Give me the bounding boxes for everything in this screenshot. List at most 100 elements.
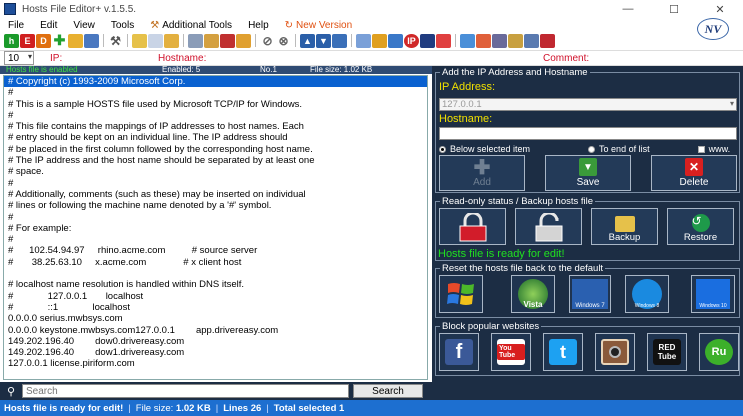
paste-icon[interactable] [164,33,179,48]
editor-line[interactable]: # For example: [8,223,423,234]
network-icon[interactable] [332,33,347,48]
editor-line[interactable]: # [8,110,423,121]
editor-line[interactable]: # entry should be kept on an individual … [8,132,423,143]
editor-line[interactable]: # localhost name resolution is handled w… [8,279,423,290]
block-twitter-button[interactable]: t [543,333,583,371]
backup-icon[interactable] [476,33,491,48]
unlock-button[interactable] [515,208,582,245]
count-select[interactable]: 10 ▾ [4,51,34,65]
add-icon[interactable]: ✚ [52,32,67,48]
editor-line[interactable]: # 127.0.0.1 localhost [8,291,423,302]
editor-line[interactable]: # 38.25.63.10 x.acme.com # x client host [8,257,423,268]
menu-view[interactable]: View [65,20,103,31]
reset-windows-vista-button[interactable]: Vista [511,275,555,313]
block-facebook-button[interactable]: f [439,333,479,371]
menu-edit[interactable]: Edit [32,20,65,31]
editor-line[interactable]: # space. [8,166,423,177]
search-button[interactable]: Search [353,384,423,398]
editor-line[interactable]: # Additionally, comments (such as these)… [8,189,423,200]
reset-windows-7-button[interactable]: Windows 7 [569,275,611,313]
language-icon[interactable] [540,33,555,48]
add-button[interactable]: ✚ Add [439,155,525,191]
radio-below-selected[interactable] [439,145,446,153]
open-folder-icon[interactable] [68,33,83,48]
editor-line[interactable]: # This is a sample HOSTS file used by Mi… [8,99,423,110]
menu-help[interactable]: Help [240,20,277,31]
chart-icon[interactable] [420,33,435,48]
filter-hostname-label[interactable]: Hostname: [158,53,206,64]
hosts-editor[interactable]: # Copyright (c) 1993-2009 Microsoft Corp… [3,75,428,380]
enable-icon[interactable]: ⊗ [276,34,291,48]
ip-address-input[interactable]: 127.0.0.1 ▾ [439,98,737,111]
editor-line[interactable]: 149.202.196.40 dow0.drivereasy.com [8,336,423,347]
minimize-button[interactable]: — [605,0,651,18]
lock-button[interactable] [439,208,506,245]
radio-end-of-list[interactable] [588,145,596,153]
backup-button[interactable]: Backup [591,208,658,245]
www-checkbox[interactable] [697,145,705,153]
maximize-button[interactable]: ☐ [651,0,697,18]
restore-button[interactable]: ↺ Restore [667,208,734,245]
filter-ip-label[interactable]: IP: [50,53,62,64]
save-icon[interactable] [84,33,99,48]
editor-line[interactable]: # [8,234,423,245]
block-rutube-button[interactable]: Ru [699,333,739,371]
editor-line[interactable]: # [8,87,423,98]
editor-line[interactable]: # ::1 localhost [8,302,423,313]
hosts-mode-button[interactable]: h [4,33,19,48]
options-icon[interactable] [524,33,539,48]
move-down-icon[interactable]: ▼ [316,33,331,48]
editor-line[interactable]: 127.0.0.1 license.piriform.com [8,358,423,369]
copy-icon[interactable] [148,33,163,48]
cut-icon[interactable] [204,33,219,48]
save-button[interactable]: ▼ Save [545,155,631,191]
block-youtube-button[interactable]: You Tube [491,333,531,371]
editor-line[interactable]: # be placed in the first column followed… [8,144,423,155]
editor-line[interactable]: # lines or following the machine name de… [8,200,423,211]
delete-button[interactable]: ✕ Delete [651,155,737,191]
editor-line[interactable]: # This file contains the mappings of IP … [8,121,423,132]
editor-line[interactable]: # [8,212,423,223]
block-instagram-button[interactable] [595,333,635,371]
hostname-input[interactable] [439,127,737,140]
editor-line[interactable]: # 102.54.94.97 rhino.acme.com # source s… [8,245,423,256]
tools-icon[interactable]: ⚒ [108,34,123,48]
ip-icon[interactable]: IP [404,33,419,48]
settings-icon[interactable] [356,33,371,48]
select-icon[interactable] [188,33,203,48]
edit-icon[interactable] [132,33,147,48]
edit-mode-button[interactable]: E [20,33,35,48]
lock-icon[interactable] [508,33,523,48]
dns-icon[interactable] [388,33,403,48]
menu-additional-tools[interactable]: ⚒ Additional Tools [142,20,240,31]
restore-icon[interactable] [492,33,507,48]
block-icon[interactable] [436,33,451,48]
status-file-size-label: File size: [135,402,174,414]
search-input[interactable] [22,384,349,398]
editor-line[interactable]: 0.0.0.0 keystone.mwbsys.com127.0.0.1 app… [8,325,423,336]
editor-line[interactable]: # Copyright (c) 1993-2009 Microsoft Corp… [4,76,427,88]
editor-line[interactable]: # [8,178,423,189]
status-total: 1 [339,402,345,414]
reset-windows-xp-button[interactable] [439,275,483,313]
editor-line[interactable]: 0.0.0.0 serius.mwbsys.com [8,313,423,324]
menu-new-version[interactable]: ↻ New Version [277,20,361,31]
editor-line[interactable]: # The IP address and the host name shoul… [8,155,423,166]
move-up-icon[interactable]: ▲ [300,33,315,48]
menu-tools[interactable]: Tools [103,20,142,31]
reset-windows-10-button[interactable]: Windows 10 [691,275,735,313]
move-icon[interactable] [236,33,251,48]
reset-windows-8-button[interactable]: Windows 8 [625,275,669,313]
hosts-state: Hosts file is enabled [6,65,78,74]
menu-file[interactable]: File [0,20,32,31]
find-icon[interactable] [372,33,387,48]
close-button[interactable]: ✕ [697,0,743,18]
block-redtube-button[interactable]: RED Tube [647,333,687,371]
editor-line[interactable] [8,268,423,279]
disable-icon[interactable]: ⊘ [260,34,275,48]
browser-icon[interactable] [460,33,475,48]
filter-comment-label[interactable]: Comment: [543,53,589,64]
delete-mode-button[interactable]: D [36,33,51,48]
clear-icon[interactable] [220,33,235,48]
editor-line[interactable]: 149.202.196.40 dow1.drivereasy.com [8,347,423,358]
